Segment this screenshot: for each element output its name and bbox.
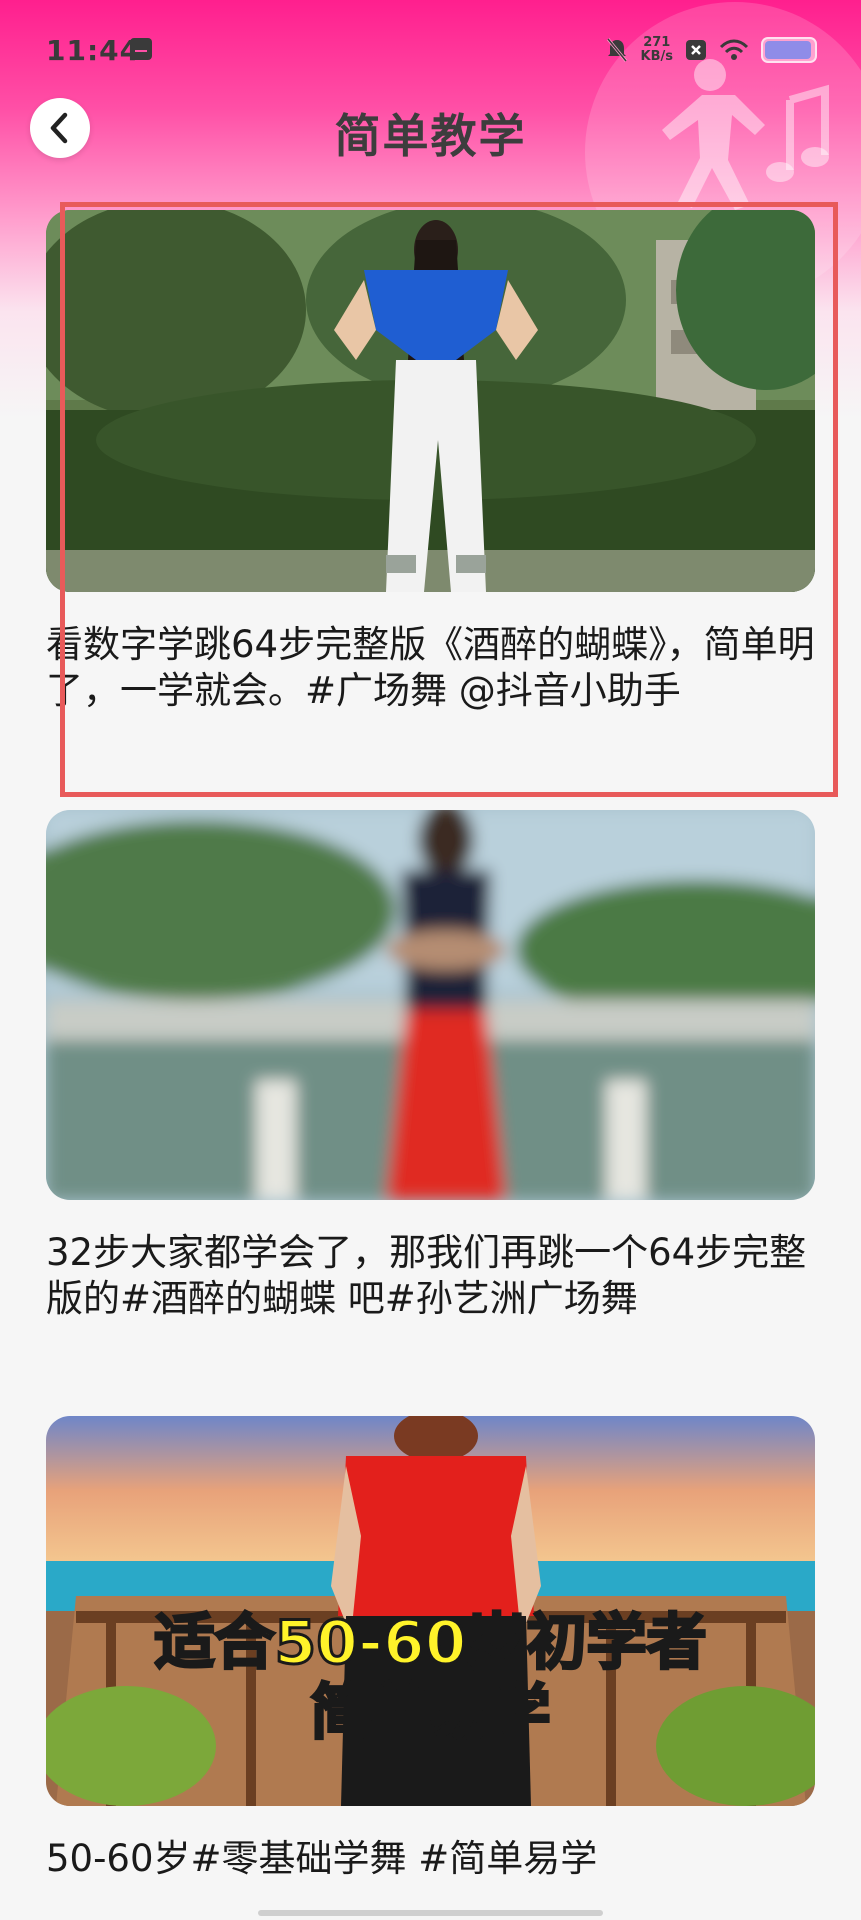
video-thumbnail[interactable]	[46, 210, 815, 592]
network-speed: 271 KB/s	[641, 36, 673, 64]
wifi-icon	[719, 39, 749, 60]
video-card[interactable]: 适合50-60岁初学者 简单易学 50-60岁#零基础学舞 #简单易学	[46, 1416, 815, 1882]
mute-bell-icon	[606, 38, 627, 62]
video-thumbnail[interactable]	[46, 810, 815, 1200]
home-indicator[interactable]	[258, 1910, 603, 1916]
video-title[interactable]: 32步大家都学会了，那我们再跳一个64步完整版的#酒醉的蝴蝶 吧#孙艺洲广场舞	[46, 1230, 815, 1322]
message-notification-icon	[130, 38, 152, 60]
thumbnail-caption: 适合50-60岁初学者 简单易学	[46, 1607, 815, 1750]
thumbnail-image-dancer-garden	[46, 210, 815, 592]
status-time: 11:44	[46, 34, 141, 67]
status-bar: 11:44 271 KB/s	[0, 0, 861, 100]
network-speed-unit: KB/s	[640, 49, 673, 64]
thumbnail-caption-line1: 适合50-60岁初学者	[153, 1607, 708, 1680]
video-card[interactable]: 看数字学跳64步完整版《酒醉的蝴蝶》，简单明了，一学就会。#广场舞 @抖音小助手	[46, 210, 815, 714]
video-card[interactable]: 32步大家都学会了，那我们再跳一个64步完整版的#酒醉的蝴蝶 吧#孙艺洲广场舞	[46, 810, 815, 1322]
video-title[interactable]: 50-60岁#零基础学舞 #简单易学	[46, 1836, 815, 1882]
thumbnail-caption-line2: 简单易学	[309, 1677, 552, 1750]
no-sim-icon	[686, 40, 706, 60]
page-title: 简单教学	[334, 109, 527, 163]
video-title[interactable]: 看数字学跳64步完整版《酒醉的蝴蝶》，简单明了，一学就会。#广场舞 @抖音小助手	[46, 622, 815, 714]
video-thumbnail[interactable]: 适合50-60岁初学者 简单易学	[46, 1416, 815, 1806]
network-speed-value: 271	[643, 35, 671, 50]
battery-level	[765, 41, 811, 59]
status-icons: 271 KB/s	[605, 30, 817, 70]
thumbnail-image-dancer-lake	[46, 810, 815, 1200]
battery-icon	[761, 37, 817, 63]
